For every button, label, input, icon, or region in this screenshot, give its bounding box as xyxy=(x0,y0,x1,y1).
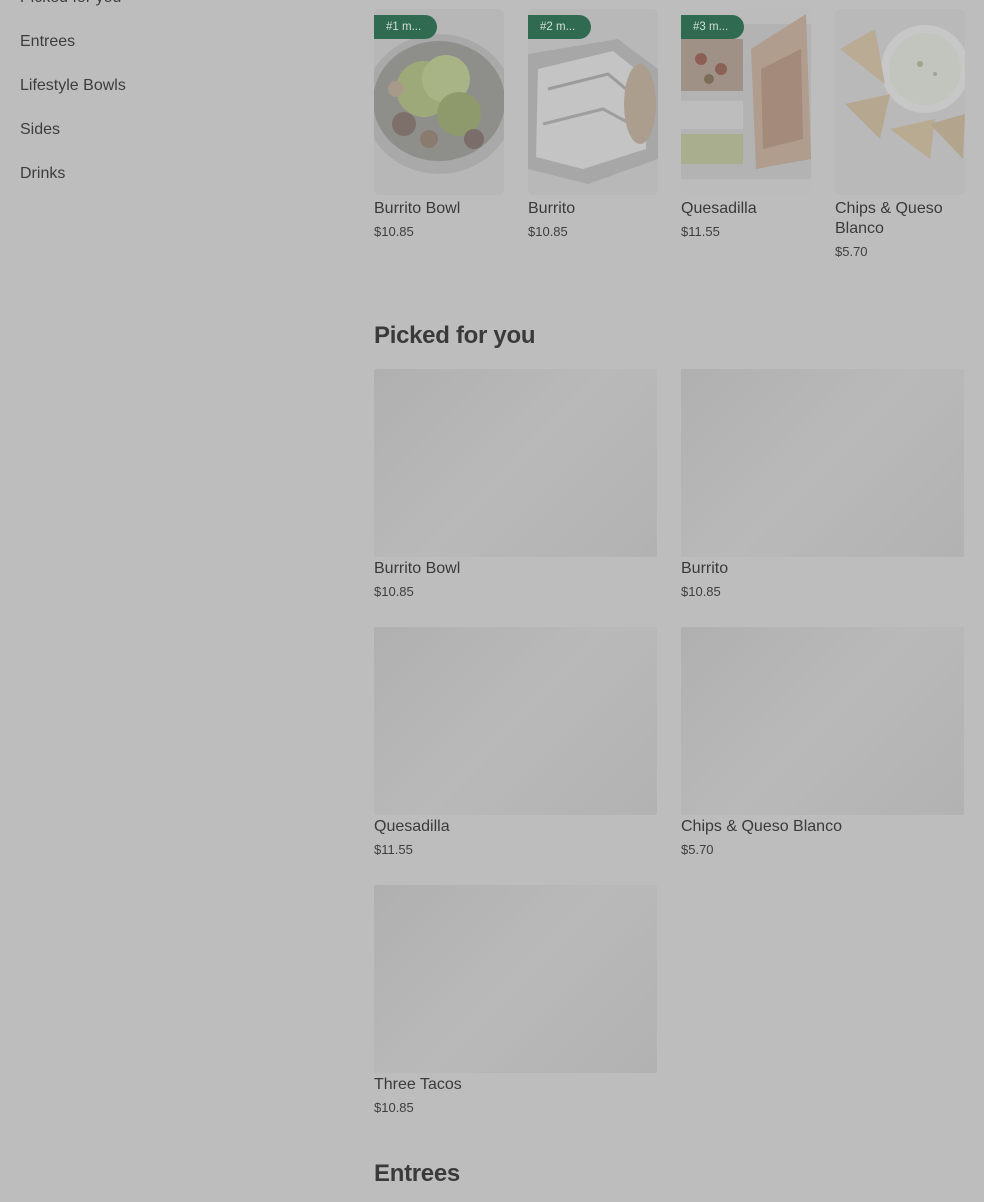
item-name: Burrito xyxy=(528,200,576,217)
menu-item-card[interactable]: Burrito Bowl $10.85 xyxy=(374,369,657,600)
chips-queso-image xyxy=(835,9,965,195)
rank-badge: #2 m... xyxy=(528,15,592,39)
category-sidebar: Picked for you Entrees Lifestyle Bowls S… xyxy=(20,0,320,208)
item-name: Burrito Bowl xyxy=(374,200,461,217)
menu-item-card[interactable]: Chips & Queso Blanco $5.70 xyxy=(835,9,965,260)
menu-item-card[interactable]: Three Tacos $10.85 xyxy=(374,885,657,1116)
item-image-placeholder xyxy=(681,627,964,815)
item-image-placeholder xyxy=(374,627,657,815)
menu-item-card[interactable]: #2 m... Burrito $10.85 xyxy=(528,9,658,240)
item-price: $5.70 xyxy=(681,842,714,857)
menu-item-card[interactable]: #1 m... Burrito Bowl $10.85 xyxy=(374,9,504,240)
menu-item-card[interactable]: Quesadilla $11.55 xyxy=(374,627,657,858)
item-name: Burrito Bowl xyxy=(374,560,461,577)
burrito-bowl-image: #1 m... xyxy=(374,9,504,195)
section-title-entrees: Entrees xyxy=(374,1160,460,1187)
sidebar-item-drinks[interactable]: Drinks xyxy=(20,164,320,208)
item-price: $10.85 xyxy=(528,224,568,239)
sidebar-item-lifestyle-bowls[interactable]: Lifestyle Bowls xyxy=(20,76,320,120)
item-name: Burrito xyxy=(681,560,729,577)
item-price: $5.70 xyxy=(835,244,868,259)
item-price: $11.55 xyxy=(681,224,720,239)
item-image-placeholder xyxy=(374,369,657,557)
rank-badge: #1 m... xyxy=(374,15,438,39)
item-name: Quesadilla xyxy=(681,200,757,217)
rank-badge: #3 m... xyxy=(681,15,745,39)
item-name: Chips & Queso Blanco xyxy=(681,818,842,835)
menu-item-card[interactable]: #3 m... Quesadilla $11.55 xyxy=(681,9,811,240)
sidebar-item-entrees[interactable]: Entrees xyxy=(20,32,320,76)
item-price: $11.55 xyxy=(374,842,413,857)
item-image-placeholder xyxy=(374,885,657,1073)
item-image-placeholder xyxy=(681,369,964,557)
sidebar-item-picked-for-you[interactable]: Picked for you xyxy=(20,0,320,32)
section-title-picked-for-you: Picked for you xyxy=(374,322,536,349)
burrito-image: #2 m... xyxy=(528,9,658,195)
item-price: $10.85 xyxy=(681,584,721,599)
menu-item-card[interactable]: Burrito $10.85 xyxy=(681,369,964,600)
menu-item-card[interactable]: Chips & Queso Blanco $5.70 xyxy=(681,627,964,858)
item-name: Chips & Queso Blanco xyxy=(835,200,943,237)
item-price: $10.85 xyxy=(374,584,414,599)
item-price: $10.85 xyxy=(374,224,414,239)
sidebar-item-sides[interactable]: Sides xyxy=(20,120,320,164)
quesadilla-image: #3 m... xyxy=(681,9,811,195)
item-name: Quesadilla xyxy=(374,818,450,835)
item-name: Three Tacos xyxy=(374,1076,462,1093)
item-price: $10.85 xyxy=(374,1100,414,1115)
